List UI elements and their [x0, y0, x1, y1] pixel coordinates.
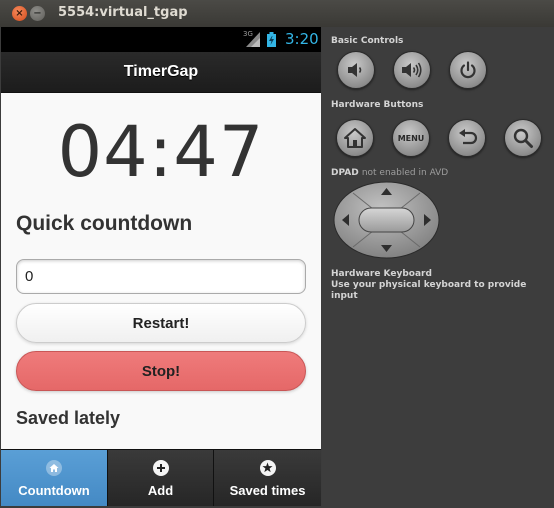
search-icon — [513, 128, 533, 148]
status-time: 3:20 — [285, 30, 319, 48]
battery-icon — [267, 32, 276, 47]
volume-up-button[interactable] — [393, 51, 431, 89]
menu-button-label: MENU — [397, 133, 425, 143]
restart-button[interactable]: Restart! — [16, 303, 306, 343]
volume-up-icon — [402, 62, 422, 78]
hardware-buttons-label: Hardware Buttons — [331, 100, 424, 110]
window-titlebar: × − 5554:virtual_tgap — [0, 0, 554, 27]
hardware-home-button[interactable] — [336, 119, 374, 157]
dpad-center[interactable] — [358, 207, 415, 233]
window-title: 5554:virtual_tgap — [58, 5, 188, 20]
dpad-note: not enabled in AVD — [361, 168, 449, 178]
tab-saved-times[interactable]: Saved times — [214, 450, 321, 506]
quick-countdown-heading: Quick countdown — [16, 212, 193, 235]
saved-lately-heading: Saved lately — [16, 408, 121, 428]
tab-add[interactable]: Add — [108, 450, 214, 506]
countdown-input[interactable] — [16, 259, 306, 294]
dpad-title: DPAD — [331, 168, 359, 178]
tab-countdown[interactable]: Countdown — [1, 450, 108, 506]
window-close-button[interactable]: × — [12, 6, 27, 21]
tab-saved-times-label: Saved times — [229, 482, 306, 498]
timer-display: 04:47 — [57, 111, 265, 193]
app-header: TimerGap — [1, 52, 321, 93]
stop-button[interactable]: Stop! — [16, 351, 306, 391]
hardware-keyboard-section: Hardware Keyboard Use your physical keyb… — [331, 269, 554, 302]
minimize-icon: − — [33, 7, 42, 19]
hardware-keyboard-note: Use your physical keyboard to provide in… — [331, 280, 527, 301]
power-icon — [460, 61, 476, 79]
status-bar: 3G 3:20 — [1, 27, 321, 52]
signal-icon — [246, 32, 260, 47]
hardware-keyboard-label: Hardware Keyboard — [331, 269, 432, 279]
back-icon — [459, 129, 478, 145]
volume-down-icon — [348, 63, 362, 77]
hardware-menu-button[interactable]: MENU — [392, 119, 430, 157]
dpad-control[interactable] — [333, 181, 440, 259]
window-minimize-button[interactable]: − — [30, 6, 45, 21]
plus-icon — [152, 459, 169, 476]
emulator-controls-panel: Basic Controls Hardware Buttons MENU DPA… — [322, 27, 554, 508]
volume-down-button[interactable] — [337, 51, 375, 89]
close-icon: × — [15, 7, 24, 19]
star-icon — [259, 459, 276, 476]
hardware-back-button[interactable] — [448, 119, 486, 157]
hardware-search-button[interactable] — [504, 119, 542, 157]
bottom-tab-bar: Countdown Add Saved times — [1, 449, 321, 506]
basic-controls-label: Basic Controls — [331, 36, 404, 46]
app-title: TimerGap — [123, 63, 199, 80]
tab-add-label: Add — [147, 482, 174, 498]
dpad-label: DPAD not enabled in AVD — [331, 168, 448, 178]
home-icon — [46, 459, 62, 476]
power-button[interactable] — [449, 51, 487, 89]
phone-screen: 3G 3:20 TimerGap 04:47 Quick countdown R… — [1, 27, 321, 506]
main-content: 04:47 Quick countdown Restart! Stop! Sav… — [1, 93, 321, 449]
tab-countdown-label: Countdown — [18, 482, 90, 498]
home-icon — [344, 128, 366, 148]
